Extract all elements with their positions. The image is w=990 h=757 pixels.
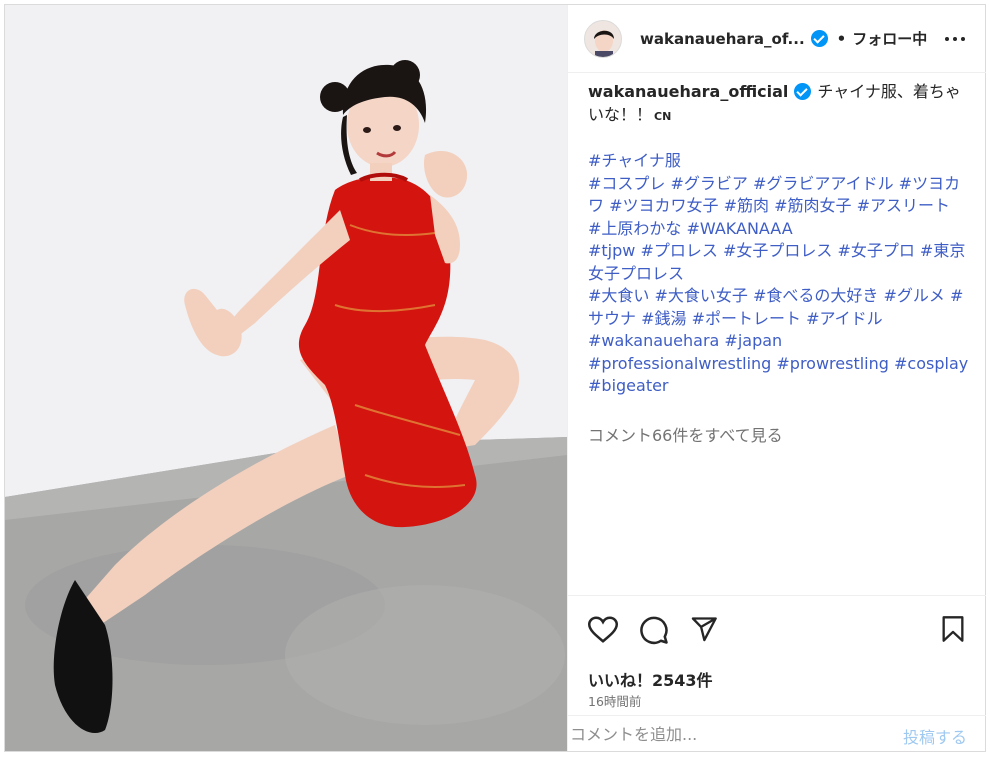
verified-badge-icon	[794, 83, 812, 100]
more-icon[interactable]	[944, 29, 966, 49]
header-username-text: wakanauehara_of...	[640, 29, 805, 48]
header-separator: •	[836, 29, 847, 48]
comment-icon[interactable]	[639, 615, 669, 645]
share-icon[interactable]	[690, 615, 718, 643]
caption-username[interactable]: wakanauehara_official	[588, 82, 788, 101]
hashtag-line[interactable]: #bigeater	[588, 375, 972, 398]
photo-illustration	[5, 5, 567, 751]
avatar-image	[585, 20, 621, 57]
comment-divider	[568, 715, 986, 716]
add-comment-input[interactable]	[570, 721, 890, 747]
hashtag-line[interactable]: #wakanauehara #japan	[588, 330, 972, 353]
following-button[interactable]: フォロー中	[852, 28, 927, 49]
post-comment-button[interactable]: 投稿する	[903, 724, 967, 748]
hashtag-line[interactable]: #上原わかな #WAKANAAA	[588, 218, 972, 241]
view-all-comments-link[interactable]: コメント66件をすべて見る	[588, 422, 783, 446]
hashtag-line[interactable]: #professionalwrestling #prowrestling #co…	[588, 353, 972, 376]
hashtag-line[interactable]: #大食い #大食い女子 #食べるの大好き #グルメ #サウナ #銭湯 #ポートレ…	[588, 285, 972, 330]
post-details-panel: wakanauehara_of... • フォロー中 wakanauehara_…	[567, 5, 986, 751]
hashtag-list: #チャイナ服 #コスプレ #グラビア #グラビアアイドル #ツヨカワ #ツヨカワ…	[588, 150, 972, 398]
verified-badge-icon	[810, 29, 828, 47]
heart-icon[interactable]	[588, 616, 618, 644]
post-window: wakanauehara_of... • フォロー中 wakanauehara_…	[4, 4, 986, 752]
post-caption: wakanauehara_official チャイナ服、着ちゃいな！！ CN #チャ…	[588, 81, 972, 398]
actions-divider	[568, 595, 986, 596]
hashtag-line[interactable]: #tjpw #プロレス #女子プロレス #女子プロ #東京女子プロレス	[588, 240, 972, 285]
header-username[interactable]: wakanauehara_of...	[640, 29, 828, 48]
hashtag-line[interactable]: #チャイナ服	[588, 150, 972, 173]
likes-count[interactable]: いいね！2543件	[588, 667, 713, 691]
hashtag-line[interactable]: #コスプレ #グラビア #グラビアアイドル #ツヨカワ #ツヨカワ女子 #筋肉 …	[588, 173, 972, 218]
bookmark-icon[interactable]	[940, 615, 966, 643]
caption-badge: CN	[654, 109, 672, 123]
avatar[interactable]	[584, 19, 622, 58]
post-photo[interactable]	[5, 5, 567, 751]
post-header: wakanauehara_of... • フォロー中	[568, 5, 986, 73]
post-timestamp[interactable]: 16時間前	[588, 691, 641, 710]
